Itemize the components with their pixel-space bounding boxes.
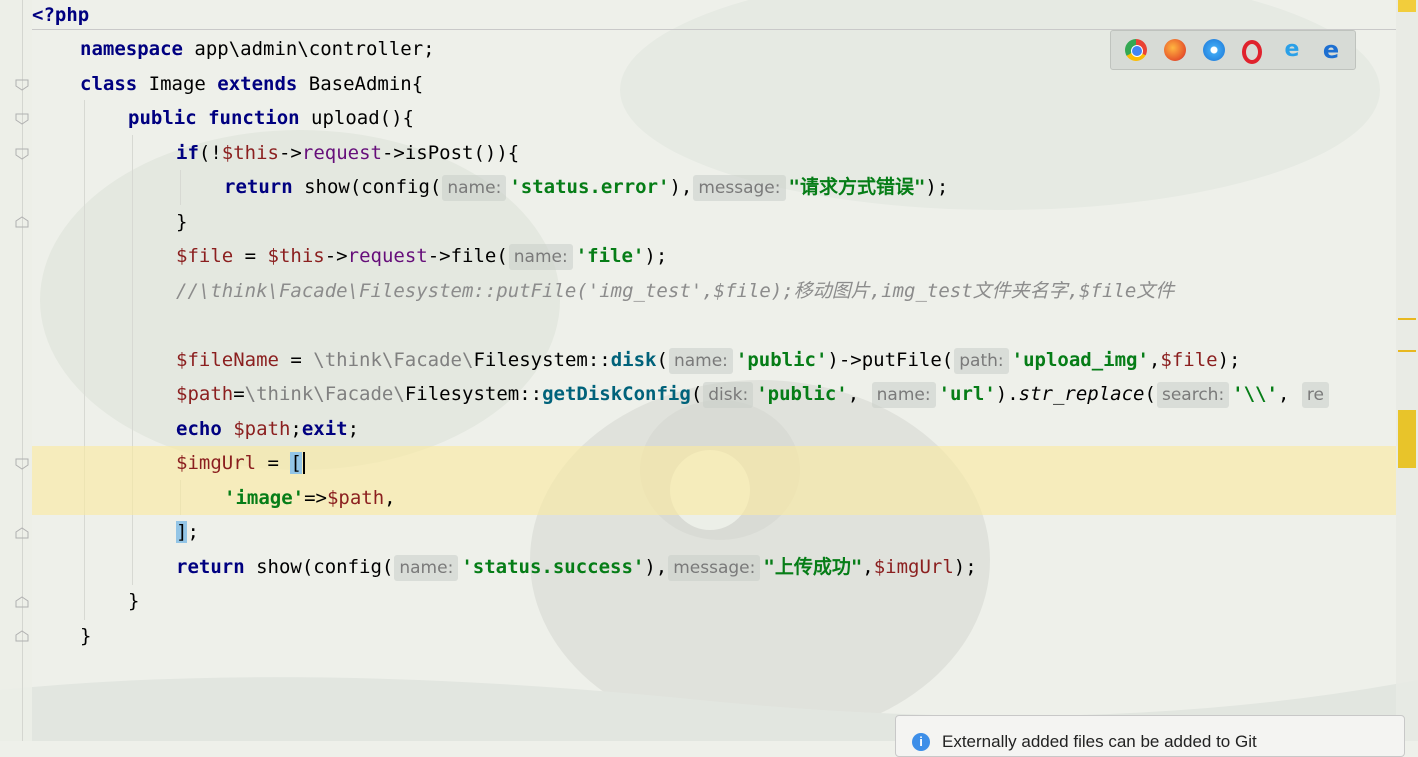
code-line[interactable]: //\think\Facade\Filesystem::putFile('img… (32, 274, 1396, 309)
scroll-thumb[interactable] (1398, 410, 1416, 468)
param-hint: re (1301, 382, 1329, 408)
code-line[interactable]: } (32, 584, 1396, 619)
warning-marker[interactable] (1398, 318, 1416, 320)
code-line[interactable]: if(!$this->request->isPost()){ (32, 136, 1396, 171)
firefox-icon[interactable] (1164, 39, 1186, 61)
edge-icon[interactable]: e (1320, 38, 1342, 62)
code-editor[interactable]: <?php namespace app\admin\controller; cl… (0, 0, 1418, 741)
warning-marker[interactable] (1398, 350, 1416, 352)
param-hint: name: (508, 244, 573, 270)
code-line[interactable]: $file = $this->request->file(name:'file'… (32, 239, 1396, 274)
code-line[interactable]: } (32, 205, 1396, 240)
code-line-current[interactable]: $imgUrl = [ (32, 446, 1396, 481)
browser-preview-bar: e e (1110, 30, 1356, 70)
safari-icon[interactable] (1203, 39, 1225, 61)
editor-scrollbar[interactable] (1396, 0, 1418, 741)
param-hint: message: (693, 175, 786, 201)
notification-text: Externally added files can be added to G… (942, 732, 1257, 751)
code-line[interactable]: public function upload(){ (32, 101, 1396, 136)
git-notification[interactable]: i Externally added files can be added to… (895, 715, 1405, 757)
param-hint: search: (1156, 382, 1230, 408)
matched-bracket: ] (176, 521, 188, 543)
code-line[interactable]: } (32, 619, 1396, 654)
code-line[interactable]: $fileName = \think\Facade\Filesystem::di… (32, 343, 1396, 378)
text-caret (302, 452, 305, 474)
code-line[interactable]: return show(config(name:'status.success'… (32, 550, 1396, 585)
code-line[interactable]: $path=\think\Facade\Filesystem::getDiskC… (32, 377, 1396, 412)
warning-marker[interactable] (1398, 0, 1416, 12)
code-comment: //\think\Facade\Filesystem::putFile('img… (176, 279, 1175, 302)
code-line[interactable]: return show(config(name:'status.error'),… (32, 170, 1396, 205)
info-icon: i (912, 733, 930, 751)
code-line[interactable]: ]; (32, 515, 1396, 550)
param-hint: name: (871, 382, 936, 408)
code-line[interactable]: 'image'=>$path, (32, 480, 1396, 515)
code-line[interactable]: class Image extends BaseAdmin{ (32, 67, 1396, 102)
param-hint: path: (954, 347, 1009, 374)
param-hint: message: (668, 554, 761, 581)
opera-icon[interactable] (1242, 40, 1262, 64)
param-hint: name: (442, 175, 507, 201)
param-hint: name: (394, 554, 459, 581)
code-line[interactable]: echo $path;exit; (32, 412, 1396, 447)
matched-bracket: [ (290, 452, 302, 474)
code-line[interactable]: <?php (32, 0, 1396, 33)
param-hint: disk: (703, 382, 754, 408)
chrome-icon[interactable] (1125, 39, 1147, 61)
ie-icon[interactable]: e (1281, 39, 1303, 61)
param-hint: name: (668, 347, 733, 374)
